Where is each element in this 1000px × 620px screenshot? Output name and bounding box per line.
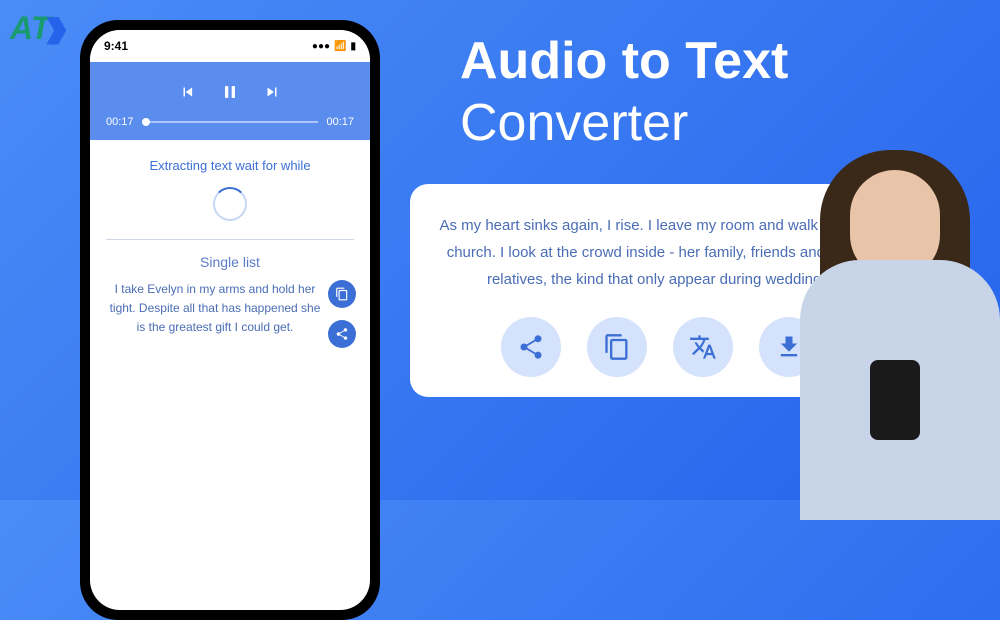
loading-spinner-icon [213,187,247,221]
time-total: 00:17 [326,116,354,128]
progress-handle[interactable] [142,118,150,126]
list-actions [328,280,356,348]
held-phone-icon [870,360,920,440]
list-text: I take Evelyn in my arms and hold her ti… [106,280,354,338]
extracting-status: Extracting text wait for while [90,140,370,239]
audio-player: 00:17 00:17 [90,62,370,140]
translate-action-button[interactable] [673,317,733,377]
next-button[interactable] [262,82,282,102]
copy-action-button[interactable] [587,317,647,377]
copy-button[interactable] [328,280,356,308]
headline-line1: Audio to Text [460,30,788,92]
progress-row: 00:17 00:17 [106,116,354,128]
status-indicators: ●●● 📶 ▮ [312,41,356,52]
share-action-button[interactable] [501,317,561,377]
extracting-label: Extracting text wait for while [106,158,354,173]
headline: Audio to Text Converter [460,30,788,155]
share-button[interactable] [328,320,356,348]
battery-icon: ▮ [350,41,356,52]
signal-icon: ●●● [312,41,330,52]
list-title: Single list [106,254,354,270]
wifi-icon: 📶 [334,41,346,52]
person-image [740,140,1000,520]
prev-button[interactable] [178,82,198,102]
pause-button[interactable] [220,82,240,102]
status-time: 9:41 [104,39,128,53]
time-current: 00:17 [106,116,134,128]
player-controls [106,82,354,102]
brand-logo: AT [10,10,66,47]
status-bar: 9:41 ●●● 📶 ▮ [90,30,370,62]
transcript-list: Single list I take Evelyn in my arms and… [90,240,370,352]
progress-bar[interactable] [142,121,319,123]
phone-screen: 9:41 ●●● 📶 ▮ 00:17 00:17 Extracting text… [90,30,370,610]
phone-frame: 9:41 ●●● 📶 ▮ 00:17 00:17 Extracting text… [80,20,380,620]
